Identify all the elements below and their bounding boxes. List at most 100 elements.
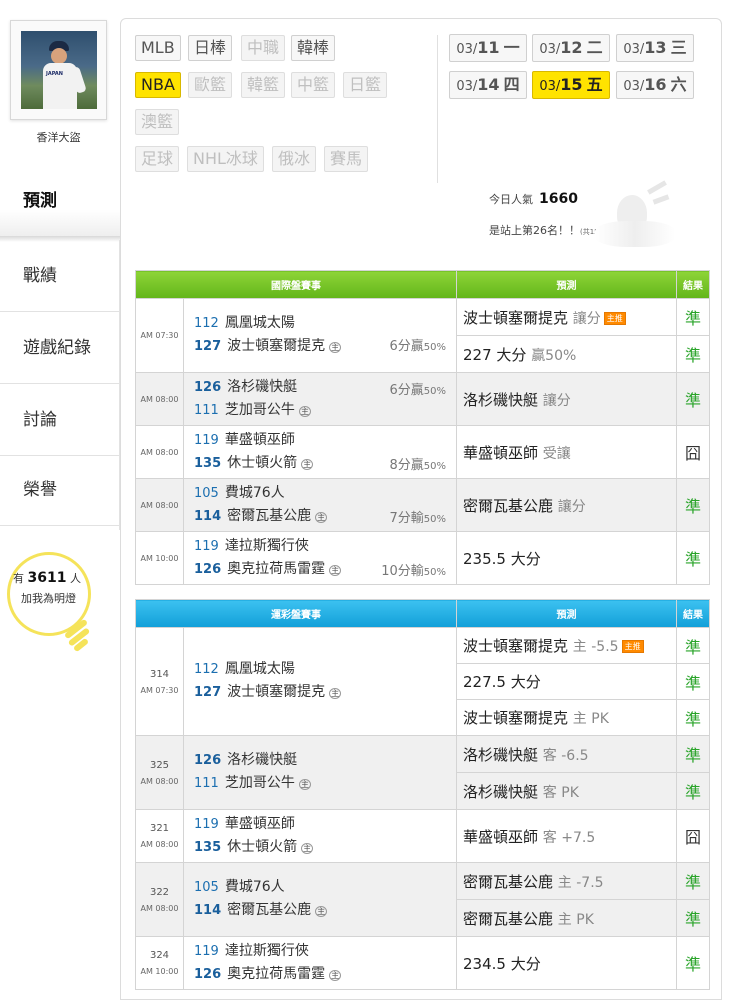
result: 準 — [676, 735, 710, 773]
lottery-header-games: 運彩盤賽事 — [135, 599, 457, 628]
fan-count: 有 3611 人 — [13, 570, 103, 586]
prediction: 密爾瓦基公鹿 讓分 — [456, 478, 677, 532]
date-button[interactable]: 03/16 六 — [616, 71, 694, 99]
date-weekday: 五 — [586, 75, 603, 94]
avatar-frame[interactable]: JAPAN — [10, 20, 107, 120]
date-button[interactable]: 03/11 一 — [449, 34, 527, 62]
league-euro[interactable]: 歐籃 — [188, 72, 233, 98]
league-soccer[interactable]: 足球 — [135, 146, 180, 172]
away-team[interactable]: 105 費城76人 — [194, 482, 456, 505]
away-team[interactable]: 119 達拉斯獨行俠 — [194, 535, 456, 558]
date-month: 03/ — [456, 79, 478, 94]
date-button[interactable]: 03/14 四 — [449, 71, 527, 99]
home-team[interactable]: 126 奧克拉荷馬雷霆主 — [194, 963, 456, 987]
league-nba[interactable]: NBA — [135, 72, 181, 98]
sidebar: JAPAN 香洋大盜 預測 戰績 遊戲紀錄 討論 榮譽 有 3611 人 加我為… — [0, 0, 120, 1000]
main-panel: MLB 日棒 中職 韓棒 NBA 歐籃 韓籃 中籃 日籃 澳籃 足球 NHL冰球… — [120, 18, 722, 1000]
nav-honor[interactable]: 榮譽 — [0, 454, 120, 526]
home-team[interactable]: 111 芝加哥公牛主 — [194, 772, 456, 796]
away-team[interactable]: 112 鳳凰城太陽 — [194, 312, 456, 335]
featured-badge: 主推 — [621, 640, 644, 653]
featured-badge: 主推 — [603, 311, 626, 325]
prediction: 227 大分 贏50% — [456, 335, 677, 373]
nav-predict[interactable]: 預測 — [0, 164, 120, 240]
league-kbl[interactable]: 韓籃 — [241, 72, 286, 98]
home-team[interactable]: 135 休士頓火箭主 — [194, 836, 456, 860]
date-day: 13 — [644, 38, 667, 57]
date-day: 16 — [644, 75, 667, 94]
date-button[interactable]: 03/12 二 — [532, 34, 610, 62]
date-month: 03/ — [539, 42, 561, 57]
prediction: 華盛頓巫師 客 +7.5 — [456, 809, 677, 863]
prediction: 洛杉磯快艇 讓分 — [456, 372, 677, 426]
date-button-selected[interactable]: 03/15 五 — [532, 71, 610, 99]
result: 準 — [676, 298, 710, 336]
follow-bulb[interactable]: 有 3611 人 加我為明燈 — [7, 552, 97, 653]
follow-link[interactable]: 加我為明燈 — [21, 590, 76, 606]
game-time: 314 AM 07:30 — [135, 627, 184, 736]
intl-table: 國際盤賽事 預測 結果 AM 07:30 112 鳳凰城太陽 127 波士頓塞爾提克… — [135, 270, 710, 585]
league-kbo[interactable]: 韓棒 — [291, 35, 336, 61]
game-time: AM 08:00 — [135, 425, 184, 479]
away-team[interactable]: 119 華盛頓巫師 — [194, 813, 456, 836]
away-team[interactable]: 112 鳳凰城太陽 — [194, 658, 456, 681]
away-team[interactable]: 105 費城76人 — [194, 876, 456, 899]
result: 準 — [676, 699, 710, 736]
nav-history[interactable]: 遊戲紀錄 — [0, 312, 120, 384]
avatar[interactable]: JAPAN — [21, 31, 97, 109]
prediction: 波士頓塞爾提克 讓分 主推 — [456, 298, 677, 336]
result: 準 — [676, 335, 710, 373]
lottery-table: 運彩盤賽事 預測 結果 314 AM 07:30 112 鳳凰城太陽 127 波士頓塞… — [135, 599, 710, 990]
league-nhl[interactable]: NHL冰球 — [187, 146, 264, 172]
league-khl[interactable]: 俄冰 — [272, 146, 317, 172]
result: 準 — [676, 531, 710, 585]
table-row: 314 AM 07:30 112 鳳凰城太陽 127 波士頓塞爾提克主 波士頓塞爾提克… — [135, 627, 710, 736]
result: 囧 — [676, 809, 710, 863]
date-day: 14 — [477, 75, 500, 94]
home-team[interactable]: 114 密爾瓦基公鹿主 — [194, 899, 456, 923]
game-time: 322 AM 08:00 — [135, 862, 184, 937]
table-row: AM 08:00 105 費城76人 114 密爾瓦基公鹿主 7分輸50% 密爾瓦基… — [135, 478, 710, 532]
league-nbl[interactable]: 澳籃 — [135, 109, 180, 135]
avatar-jersey-text: JAPAN — [46, 71, 63, 77]
intl-header-result: 結果 — [676, 270, 710, 299]
prediction: 洛杉磯快艇 客 -6.5 — [456, 735, 677, 773]
game-time: AM 07:30 — [135, 298, 184, 373]
date-month: 03/ — [623, 42, 645, 57]
table-row: AM 08:00 126 洛杉磯快艇 111 芝加哥公牛主 6分贏50% 洛杉磯快艇… — [135, 372, 710, 426]
nav-discuss[interactable]: 討論 — [0, 384, 120, 456]
result: 準 — [676, 372, 710, 426]
intl-header-games: 國際盤賽事 — [135, 270, 457, 299]
league-npb[interactable]: 日棒 — [188, 35, 233, 61]
game-teams: 112 鳳凰城太陽 127 波士頓塞爾提克主 6分贏50% — [183, 298, 457, 373]
league-horse[interactable]: 賽馬 — [324, 146, 369, 172]
league-cpbl[interactable]: 中職 — [241, 35, 286, 61]
nav-record[interactable]: 戰績 — [0, 240, 120, 312]
date-weekday: 一 — [503, 38, 520, 57]
league-bj[interactable]: 日籃 — [343, 72, 388, 98]
result: 準 — [676, 772, 710, 810]
prediction: 波士頓塞爾提克 主 -5.5 主推 — [456, 627, 677, 664]
date-button[interactable]: 03/13 三 — [616, 34, 694, 62]
home-team[interactable]: 127 波士頓塞爾提克主 — [194, 681, 456, 705]
date-month: 03/ — [539, 79, 561, 94]
home-team[interactable]: 111 芝加哥公牛主 — [194, 399, 456, 423]
game-time: 324 AM 10:00 — [135, 936, 184, 990]
handicap: 6分贏50% — [389, 383, 446, 398]
popularity-label: 今日人氣 — [489, 193, 533, 206]
result: 準 — [676, 478, 710, 532]
away-team[interactable]: 119 達拉斯獨行俠 — [194, 940, 456, 963]
away-team[interactable]: 119 華盛頓巫師 — [194, 429, 456, 452]
league-cba[interactable]: 中籃 — [291, 72, 336, 98]
game-teams: 119 達拉斯獨行俠 126 奧克拉荷馬雷霆主 — [183, 936, 457, 990]
league-mlb[interactable]: MLB — [135, 35, 181, 61]
result: 囧 — [676, 425, 710, 479]
result: 準 — [676, 627, 710, 664]
away-team[interactable]: 126 洛杉磯快艇 — [194, 749, 456, 772]
game-teams: 112 鳳凰城太陽 127 波士頓塞爾提克主 — [183, 627, 457, 736]
prediction: 洛杉磯快艇 客 PK — [456, 772, 677, 810]
date-weekday: 四 — [503, 75, 520, 94]
rank-text: 是站上第26名！！ — [489, 224, 580, 237]
game-teams: 105 費城76人 114 密爾瓦基公鹿主 — [183, 862, 457, 937]
username[interactable]: 香洋大盜 — [0, 129, 117, 145]
